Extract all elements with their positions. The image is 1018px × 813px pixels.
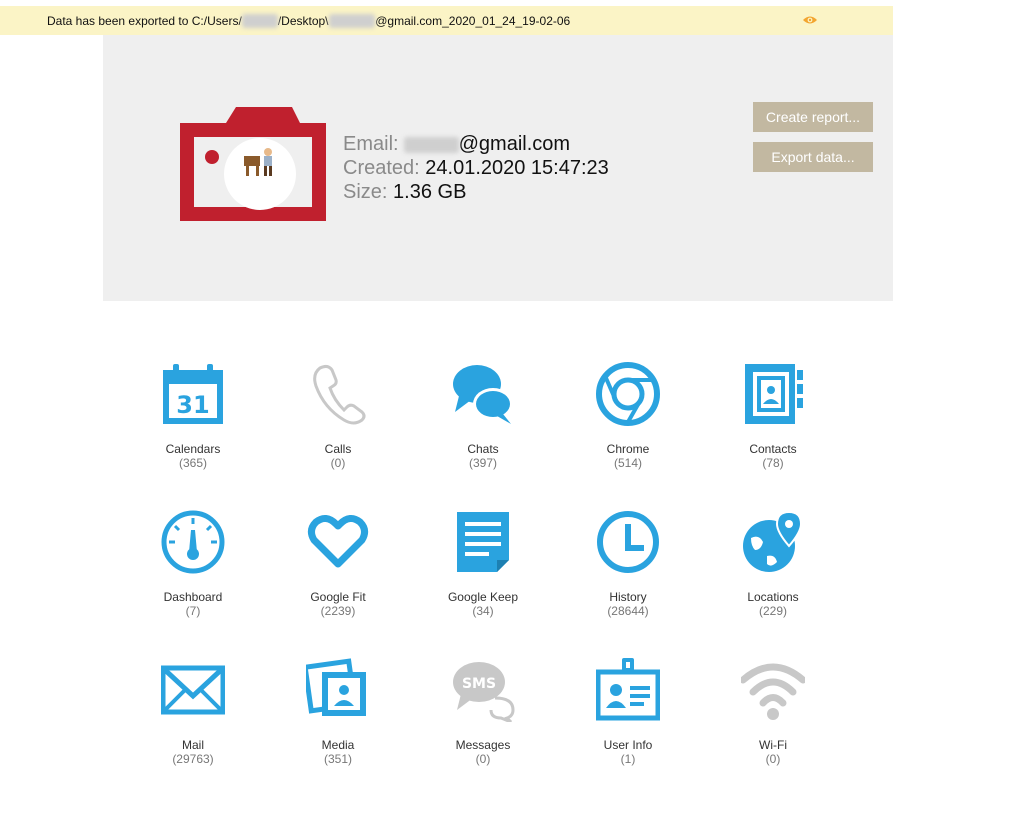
gauge-icon xyxy=(161,510,225,574)
envelope-icon xyxy=(161,665,225,715)
phone-icon xyxy=(313,364,366,425)
contact-book-icon xyxy=(745,364,803,424)
clock-icon xyxy=(597,511,659,573)
account-created: Created: 24.01.2020 15:47:23 xyxy=(343,157,609,180)
tile-count: (0) xyxy=(330,456,346,470)
tile-label: Calendars xyxy=(165,442,221,456)
note-icon xyxy=(457,512,509,572)
tile-label: History xyxy=(609,590,647,604)
id-badge-icon xyxy=(596,658,660,721)
tile-count: (7) xyxy=(185,604,201,618)
export-notification-text: Data has been exported to C:/Users/hidde… xyxy=(47,14,571,28)
account-size: Size: 1.36 GB xyxy=(343,181,466,204)
tile-count: (0) xyxy=(475,752,491,766)
globe-pin-icon xyxy=(743,510,803,572)
tile-label: Google Keep xyxy=(447,590,519,604)
tile-label: Mail xyxy=(181,738,204,752)
tile-history[interactable]: History (28644) xyxy=(568,510,688,630)
chrome-icon xyxy=(596,362,660,426)
tile-count: (514) xyxy=(613,456,642,470)
tile-label: Dashboard xyxy=(163,590,223,604)
tile-mail[interactable]: Mail (29763) xyxy=(133,658,253,778)
email-domain: @gmail.com xyxy=(458,133,571,155)
tile-calls[interactable]: Calls (0) xyxy=(278,362,398,482)
tile-google-keep[interactable]: Google Keep (34) xyxy=(423,510,543,630)
tile-wi-fi[interactable]: Wi-Fi (0) xyxy=(713,658,833,778)
chat-bubbles-icon xyxy=(453,365,513,424)
tile-label: Chrome xyxy=(606,442,650,456)
created-value: 24.01.2020 15:47:23 xyxy=(425,157,609,179)
tile-media[interactable]: Media (351) xyxy=(278,658,398,778)
tile-label: Contacts xyxy=(749,442,797,456)
tile-count: (397) xyxy=(468,456,497,470)
eye-icon[interactable] xyxy=(802,14,818,26)
tile-dashboard[interactable]: Dashboard (7) xyxy=(133,510,253,630)
photo-icon xyxy=(306,658,366,716)
tile-chrome[interactable]: Chrome (514) xyxy=(568,362,688,482)
notification-bar: Data has been exported to C:/Users/hidde… xyxy=(0,6,893,35)
tile-count: (351) xyxy=(323,752,352,766)
tile-count: (365) xyxy=(178,456,207,470)
avatar-picture-icon xyxy=(244,148,272,176)
tile-locations[interactable]: Locations (229) xyxy=(713,510,833,630)
redacted-email: redacted xyxy=(328,14,376,28)
created-label: Created: xyxy=(343,157,420,179)
tile-label: Media xyxy=(321,738,355,752)
tile-count: (28644) xyxy=(607,604,649,618)
tile-contacts[interactable]: Contacts (78) xyxy=(713,362,833,482)
size-label: Size: xyxy=(343,181,388,203)
tile-count: (78) xyxy=(762,456,784,470)
tile-label: Wi-Fi xyxy=(759,738,787,752)
tile-messages[interactable]: SMS Messages (0) xyxy=(423,658,543,778)
calendar-icon: 31 xyxy=(163,364,223,424)
tile-count: (0) xyxy=(765,752,781,766)
heart-icon xyxy=(307,515,369,568)
tile-chats[interactable]: Chats (397) xyxy=(423,362,543,482)
sms-icon: SMS xyxy=(453,662,515,722)
tile-google-fit[interactable]: Google Fit (2239) xyxy=(278,510,398,630)
tile-label: Chats xyxy=(467,442,499,456)
tile-count: (34) xyxy=(472,604,494,618)
redacted-username: hidden xyxy=(241,14,278,28)
account-email: Email: redacted@gmail.com xyxy=(343,133,570,156)
tile-user-info[interactable]: User Info (1) xyxy=(568,658,688,778)
tile-label: Locations xyxy=(747,590,799,604)
tile-count: (2239) xyxy=(320,604,356,618)
tile-count: (229) xyxy=(758,604,787,618)
tile-count: (1) xyxy=(620,752,636,766)
tile-count: (29763) xyxy=(172,752,214,766)
size-value: 1.36 GB xyxy=(393,181,467,203)
account-panel: Email: redacted@gmail.com Created: 24.01… xyxy=(103,35,893,301)
tile-label: Google Fit xyxy=(310,590,366,604)
export-data-button[interactable]: Export data... xyxy=(753,142,873,172)
tile-label: Messages xyxy=(455,738,511,752)
svg-text:31: 31 xyxy=(176,391,209,419)
tile-calendars[interactable]: 31 Calendars (365) xyxy=(133,362,253,482)
create-report-button[interactable]: Create report... xyxy=(753,102,873,132)
email-label: Email: xyxy=(343,133,399,155)
avatar xyxy=(224,138,296,210)
tile-label: User Info xyxy=(603,738,653,752)
tile-label: Calls xyxy=(324,442,352,456)
svg-text:SMS: SMS xyxy=(462,676,496,692)
redacted-email-user: redacted xyxy=(404,137,459,153)
wifi-icon xyxy=(741,663,805,720)
